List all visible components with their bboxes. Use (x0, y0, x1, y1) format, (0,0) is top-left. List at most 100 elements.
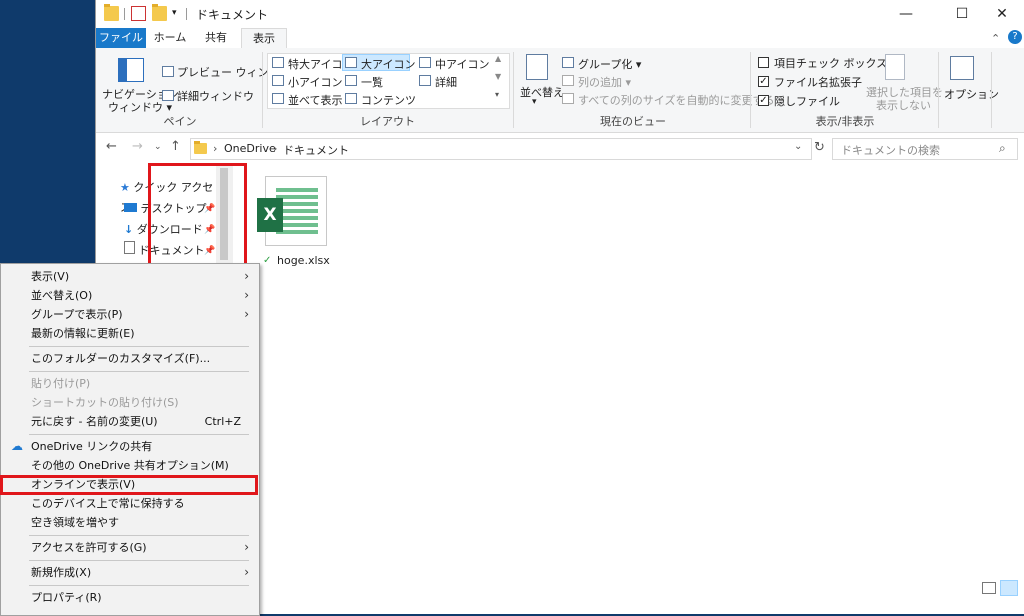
menu-sort[interactable]: 並べ替え(O) › (1, 286, 257, 305)
menu-keep-on-device[interactable]: このデバイス上で常に保持する (1, 494, 257, 513)
navigation-pane-icon[interactable] (118, 58, 144, 82)
menu-properties[interactable]: プロパティ(R) (1, 588, 257, 607)
chevron-right-icon: › (244, 540, 249, 554)
layout-details[interactable]: 詳細 (435, 74, 457, 90)
chevron-right-icon: › (244, 307, 249, 321)
menu-separator (29, 535, 249, 536)
large-icons-icon (345, 57, 357, 68)
menu-new[interactable]: 新規作成(X) › (1, 563, 257, 582)
minimize-button[interactable]: — (883, 0, 929, 28)
nav-desktop[interactable]: デスクトップ (124, 199, 207, 219)
hide-selected-icon[interactable] (885, 54, 905, 80)
item-checkbox-toggle[interactable] (758, 57, 769, 68)
chevron-right-icon: › (244, 565, 249, 579)
context-menu: 表示(V) › 並べ替え(O) › グループで表示(P) › 最新の情報に更新(E) … (0, 263, 260, 616)
folder-icon (104, 4, 119, 21)
layout-small-icons[interactable]: 小アイコン (288, 74, 342, 90)
divider (938, 52, 939, 128)
group-by-icon (562, 57, 574, 68)
search-icon[interactable]: ⌕ (999, 141, 1006, 156)
item-checkbox-label[interactable]: 項目チェック ボックス (774, 55, 887, 71)
pin-icon[interactable]: 📌 (204, 246, 215, 256)
sort-dropdown-icon[interactable]: ▾ (532, 97, 537, 107)
menu-customize[interactable]: このフォルダーのカスタマイズ(F)... (1, 349, 257, 368)
menu-separator (29, 434, 249, 435)
tiles-icon (272, 93, 284, 104)
gallery-scroll-down-icon[interactable]: ▼ (495, 72, 501, 81)
hidden-files-label[interactable]: 隠しファイル (774, 93, 840, 109)
layout-group-label: レイアウト (360, 115, 415, 128)
address-bar[interactable]: › OneDrive › ドキュメント ⌄ (190, 138, 812, 160)
group-by-button[interactable]: グループ化 ▾ (578, 56, 641, 72)
breadcrumb-separator-icon: › (213, 142, 218, 155)
nav-documents[interactable]: ドキュメント (124, 241, 205, 261)
add-column-button[interactable]: 列の追加 ▾ (578, 74, 631, 90)
qat-dropdown-icon[interactable]: ▾ (172, 6, 187, 21)
back-icon[interactable]: ← (106, 139, 117, 154)
ribbon-tabs: ファイル ホーム 共有 表示 ⌃ ? (96, 28, 1024, 50)
layout-content[interactable]: コンテンツ (361, 92, 416, 108)
nav-scrollbar[interactable] (216, 164, 233, 264)
file-name[interactable]: hoge.xlsx (277, 254, 330, 267)
ribbon-collapse-icon[interactable]: ⌃ (991, 32, 1000, 45)
close-button[interactable]: ✕ (979, 0, 1024, 28)
layout-list[interactable]: 一覧 (361, 74, 383, 90)
gallery-expand-icon[interactable]: ▾ (495, 90, 499, 99)
divider (124, 8, 125, 20)
extensions-label[interactable]: ファイル名拡張子 (774, 74, 862, 90)
menu-view[interactable]: 表示(V) › (1, 267, 257, 286)
details-pane-button[interactable]: 詳細ウィンドウ (177, 88, 254, 104)
refresh-icon[interactable]: ↻ (814, 140, 825, 155)
options-icon[interactable] (950, 56, 974, 80)
layout-tiles[interactable]: 並べて表示 (288, 92, 343, 108)
file-item[interactable]: X ✓ hoge.xlsx (246, 165, 344, 271)
extensions-checkbox[interactable]: ✓ (758, 76, 769, 87)
address-dropdown-icon[interactable]: ⌄ (794, 141, 802, 152)
layout-medium-icons[interactable]: 中アイコン (435, 56, 489, 72)
fit-columns-button[interactable]: すべての列のサイズを自動的に変更する (578, 92, 774, 108)
menu-paste-shortcut[interactable]: ショートカットの貼り付け(S) (1, 393, 257, 412)
search-input[interactable]: ドキュメントの検索 ⌕ (832, 138, 1018, 160)
tab-home[interactable]: ホーム (148, 28, 192, 48)
menu-view-online[interactable]: オンラインで表示(V) (1, 475, 257, 494)
breadcrumb-documents[interactable]: ドキュメント (283, 142, 349, 158)
large-icons-view-icon[interactable] (1000, 580, 1018, 596)
scrollbar-thumb[interactable] (220, 168, 228, 260)
breadcrumb-onedrive[interactable]: OneDrive (224, 142, 276, 155)
tab-file[interactable]: ファイル (96, 28, 146, 48)
new-folder-icon[interactable] (152, 4, 167, 21)
tab-share[interactable]: 共有 (194, 28, 238, 48)
up-icon[interactable]: ↑ (170, 139, 181, 154)
pin-icon[interactable]: 📌 (204, 225, 215, 235)
pin-icon[interactable]: 📌 (204, 204, 215, 214)
menu-refresh[interactable]: 最新の情報に更新(E) (1, 324, 257, 343)
menu-onedrive-more[interactable]: その他の OneDrive 共有オプション(M) (1, 456, 257, 475)
divider (750, 52, 751, 128)
search-placeholder: ドキュメントの検索 (841, 144, 940, 157)
breadcrumb-separator-icon: › (273, 142, 278, 155)
nav-downloads[interactable]: ↓ ダウンロード (124, 220, 203, 240)
divider (186, 8, 187, 20)
sort-icon[interactable] (526, 54, 548, 80)
menu-onedrive-share[interactable]: ☁ OneDrive リンクの共有 (1, 437, 257, 456)
tab-view[interactable]: 表示 (241, 28, 287, 50)
menu-paste[interactable]: 貼り付け(P) (1, 374, 257, 393)
menu-group[interactable]: グループで表示(P) › (1, 305, 257, 324)
chevron-right-icon: › (244, 288, 249, 302)
details-view-icon[interactable] (982, 582, 996, 594)
properties-icon[interactable] (131, 6, 146, 21)
hidden-files-checkbox[interactable]: ✓ (758, 95, 769, 106)
sort-button[interactable]: 並べ替え (520, 84, 564, 100)
menu-free-space[interactable]: 空き領域を増やす (1, 513, 257, 532)
help-icon[interactable]: ? (1008, 30, 1022, 44)
hide-selected-button-2[interactable]: 表示しない (876, 97, 931, 113)
menu-undo[interactable]: 元に戻す - 名前の変更(U) Ctrl+Z (1, 412, 257, 431)
content-icon (345, 93, 357, 104)
menu-give-access[interactable]: アクセスを許可する(G) › (1, 538, 257, 557)
forward-icon[interactable]: → (132, 139, 143, 154)
gallery-scroll-up-icon[interactable]: ▲ (495, 54, 501, 63)
divider (991, 52, 992, 128)
nav-quick-access[interactable]: ★ クイック アクセス (120, 178, 216, 214)
layout-large-icons[interactable]: 大アイコン (361, 56, 415, 72)
recent-dropdown-icon[interactable]: ⌄ (154, 142, 162, 152)
